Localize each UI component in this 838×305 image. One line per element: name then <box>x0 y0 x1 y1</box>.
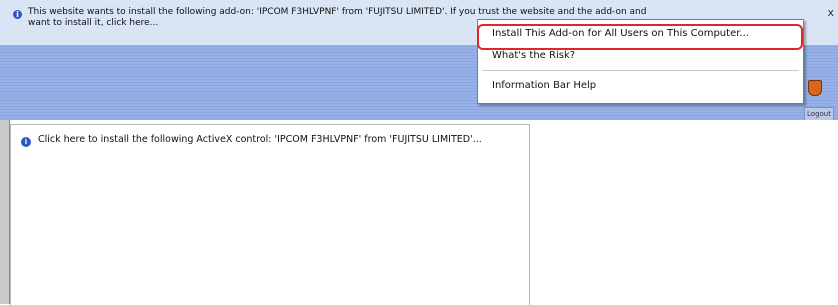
menu-item-install-all-users[interactable]: Install This Add-on for All Users on Thi… <box>492 28 749 39</box>
activex-install-message[interactable]: Click here to install the following Acti… <box>38 134 518 146</box>
menu-item-information-bar-help[interactable]: Information Bar Help <box>492 80 596 91</box>
addon-context-menu: Install This Add-on for All Users on Thi… <box>477 19 804 104</box>
menu-separator <box>482 70 799 71</box>
activex-info-icon: i <box>21 137 31 147</box>
information-bar-line-1: This website wants to install the follow… <box>28 7 647 17</box>
menu-item-whats-the-risk[interactable]: What's the Risk? <box>492 50 575 61</box>
close-icon[interactable]: x <box>827 6 834 19</box>
left-edge-frame <box>0 120 10 304</box>
information-bar-icon: i <box>13 10 22 19</box>
shield-icon[interactable] <box>808 80 822 96</box>
activex-install-pane[interactable] <box>10 124 530 305</box>
logout-button[interactable]: Logout <box>804 107 834 121</box>
